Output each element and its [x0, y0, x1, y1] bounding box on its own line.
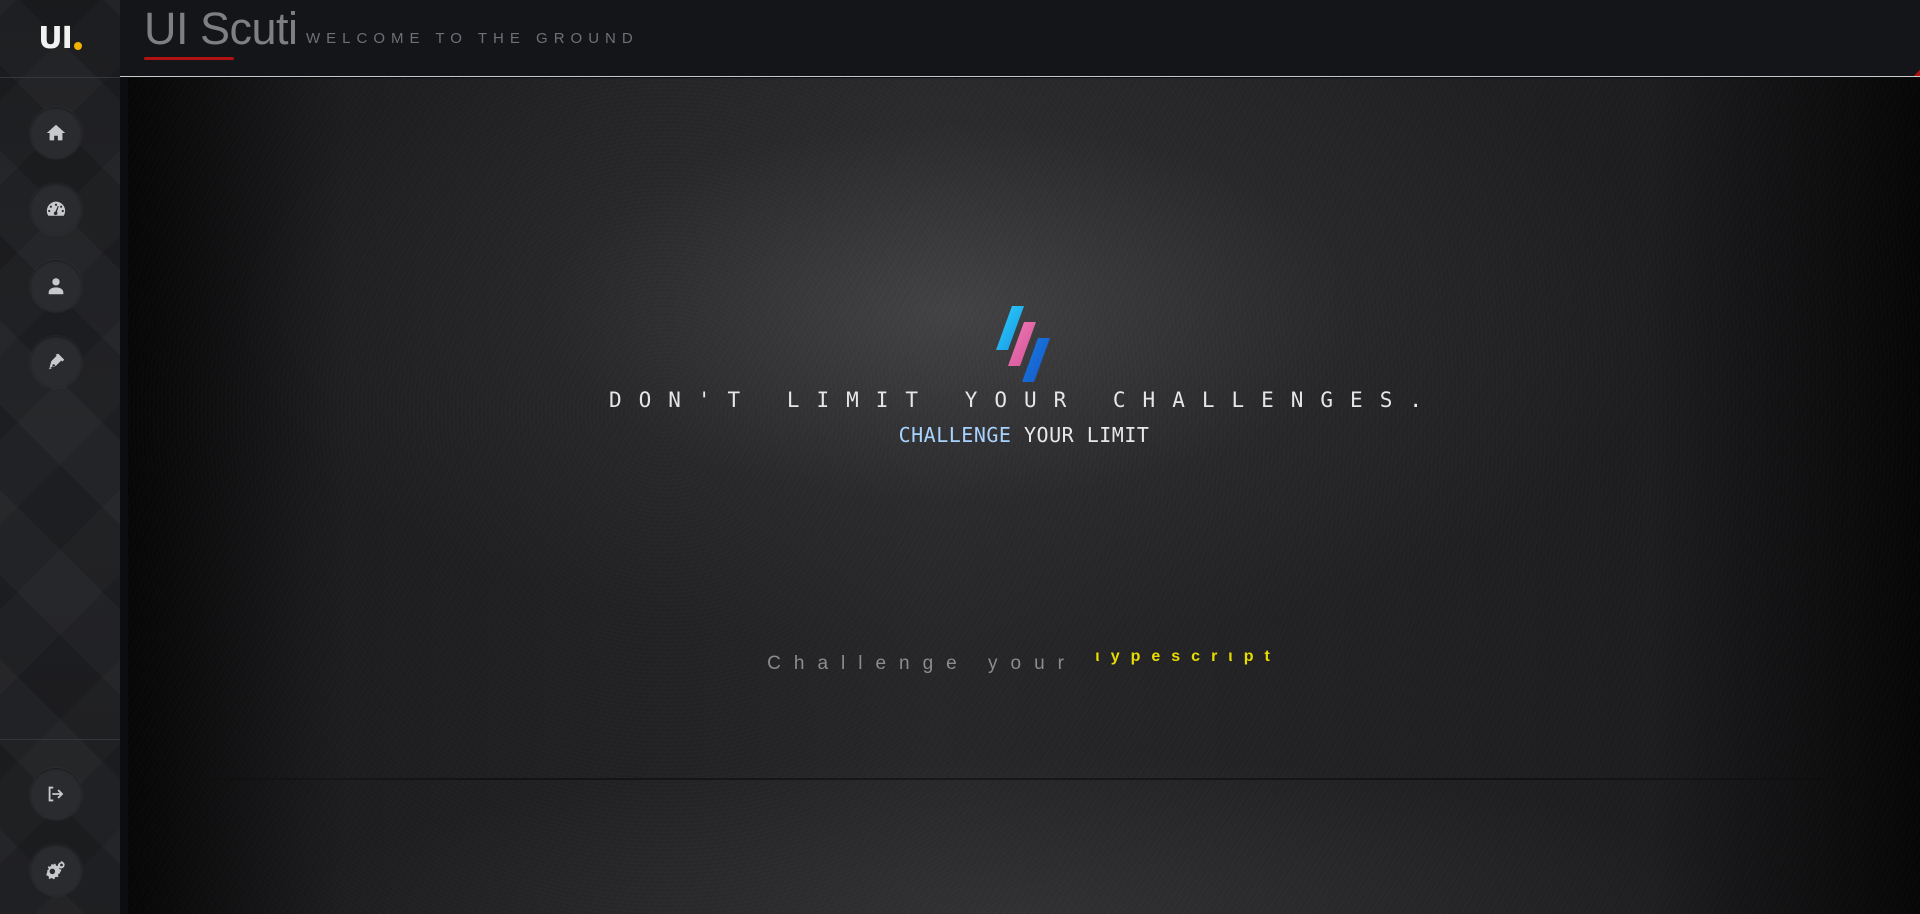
hero-sub-accent: CHALLENGE [898, 423, 1012, 447]
hero-subheading: CHALLENGE YOUR LIMIT [128, 423, 1920, 447]
header: UI Scuti WELCOME TO THE GROUND [120, 0, 1920, 77]
logo-dot [73, 42, 82, 50]
main-content: DON'T LIMIT YOUR CHALLENGES. CHALLENGE Y… [128, 78, 1920, 914]
logo[interactable]: UI [0, 0, 120, 78]
tagline-prefix: Challenge your [767, 653, 1096, 674]
hero-heading: DON'T LIMIT YOUR CHALLENGES. [608, 388, 1439, 412]
dashboard-icon [46, 201, 66, 216]
user-icon [48, 278, 64, 295]
nav-edit-button[interactable] [30, 336, 82, 388]
page-subtitle: WELCOME TO THE GROUND [306, 30, 639, 47]
typing-tagline: Challenge your ιypescrιpt [128, 648, 1920, 675]
nav-home-button[interactable] [30, 107, 82, 159]
settings-icon [46, 860, 65, 880]
settings-button[interactable] [30, 844, 82, 896]
header-corner-accent [1914, 70, 1920, 76]
logo-text: UI [38, 21, 82, 56]
title-underline [144, 57, 234, 60]
sidebar: UI [0, 0, 120, 914]
nav-dashboard-button[interactable] [30, 183, 82, 235]
hero-sub-rest: YOUR LIMIT [1011, 423, 1150, 447]
tagline-typed-word: ιypescrιpt [1095, 648, 1281, 665]
logout-button[interactable] [30, 768, 82, 820]
logout-icon [48, 786, 64, 802]
brand-logo-icon [996, 306, 1050, 382]
home-icon [46, 124, 66, 141]
page-title: UI Scuti [144, 3, 298, 54]
sidebar-divider [0, 739, 120, 740]
nav-user-button[interactable] [30, 260, 82, 312]
pen-icon [48, 353, 65, 370]
